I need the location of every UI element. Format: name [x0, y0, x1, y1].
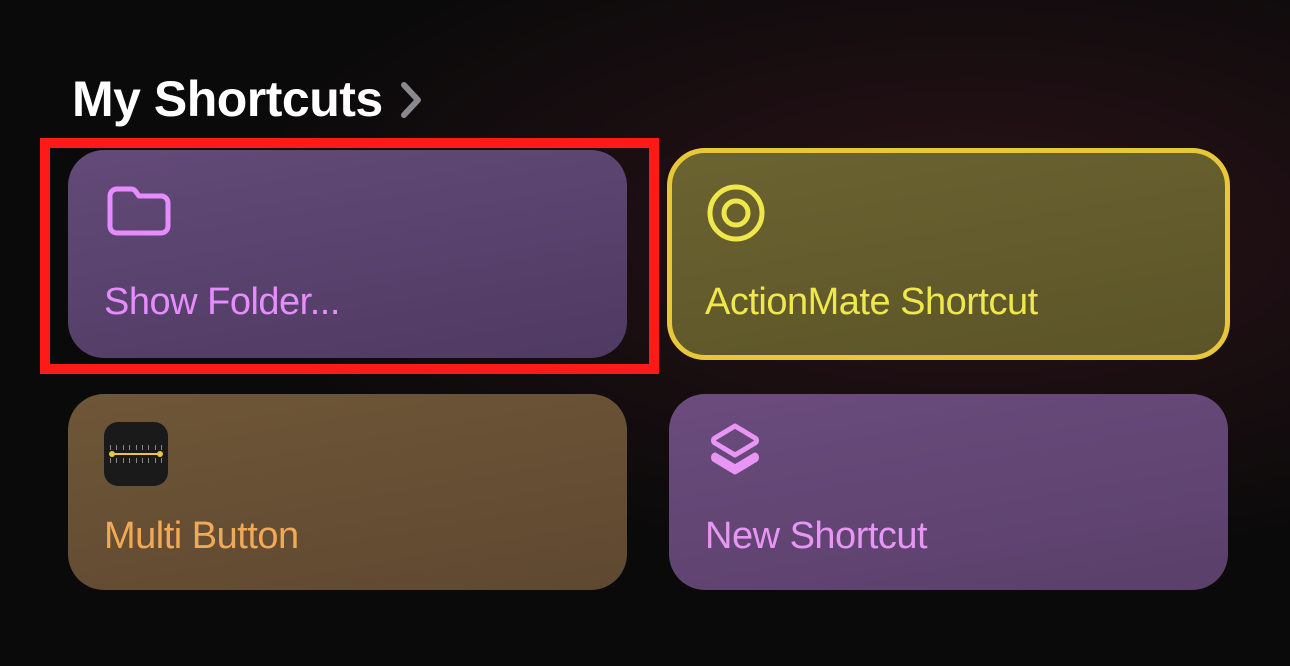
header[interactable]: My Shortcuts: [72, 70, 1230, 128]
target-icon: [705, 182, 767, 249]
shortcut-label: Show Folder...: [104, 281, 591, 324]
shortcuts-grid: Show Folder... ActionMate Shortcut: [68, 150, 1228, 590]
shortcuts-icon: [705, 422, 765, 491]
chevron-right-icon: [401, 82, 423, 123]
page-title: My Shortcuts: [72, 70, 383, 128]
shortcut-label: ActionMate Shortcut: [705, 281, 1192, 324]
shortcut-label: Multi Button: [104, 515, 591, 558]
shortcut-label: New Shortcut: [705, 515, 1192, 558]
selection-outline: [667, 148, 1230, 360]
shortcut-tile-multi-button[interactable]: Multi Button: [68, 394, 627, 590]
ruler-app-icon: [104, 422, 168, 486]
shortcut-tile-new-shortcut[interactable]: New Shortcut: [669, 394, 1228, 590]
highlight-annotation: [40, 138, 659, 374]
folder-icon: [104, 182, 174, 245]
shortcut-tile-show-folder[interactable]: Show Folder...: [68, 150, 627, 358]
shortcut-tile-actionmate[interactable]: ActionMate Shortcut: [669, 150, 1228, 358]
